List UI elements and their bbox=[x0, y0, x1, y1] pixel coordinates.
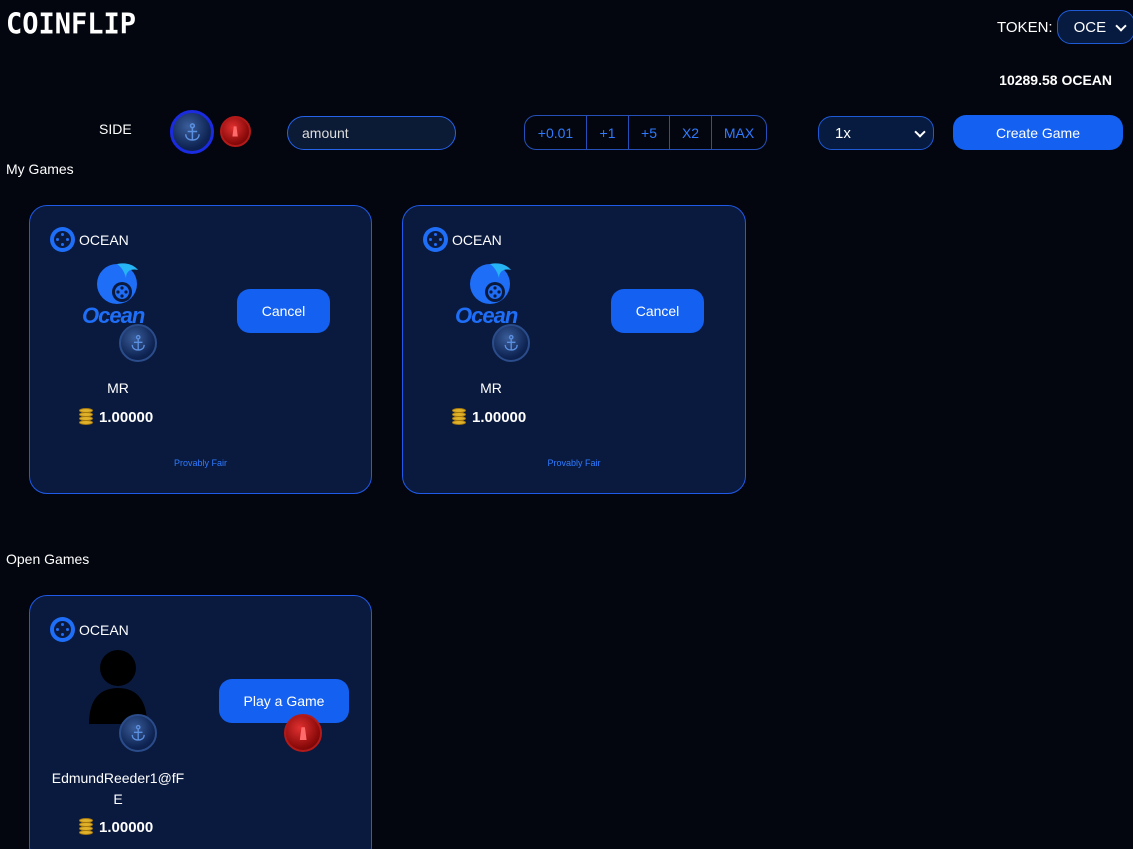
double-button[interactable]: X2 bbox=[670, 116, 712, 149]
chevron-down-icon bbox=[915, 128, 925, 138]
wallet-balance: 10289.58 OCEAN bbox=[999, 72, 1112, 88]
card-token: OCEAN bbox=[50, 617, 129, 642]
opponent-side-coin-icon bbox=[284, 714, 322, 752]
chevron-down-icon bbox=[1116, 22, 1126, 32]
player-name-line1: EdmundReeder1@fF bbox=[51, 770, 185, 786]
coins-icon bbox=[452, 408, 466, 426]
ocean-token-icon bbox=[50, 227, 75, 252]
provably-fair-link[interactable]: Provably Fair bbox=[30, 458, 371, 468]
card-token-name: OCEAN bbox=[79, 621, 129, 638]
create-game-button[interactable]: Create Game bbox=[953, 115, 1123, 150]
increment-button[interactable]: +5 bbox=[629, 116, 670, 149]
provably-fair-link[interactable]: Provably Fair bbox=[403, 458, 745, 468]
bet-amount: 1.00000 bbox=[79, 818, 153, 836]
ocean-side-coin-icon bbox=[119, 324, 157, 362]
card-token-name: OCEAN bbox=[79, 231, 129, 248]
token-select-value: OCE bbox=[1073, 18, 1107, 36]
token-selector-group: TOKEN: OCE bbox=[997, 10, 1133, 44]
player-name: MR bbox=[107, 380, 129, 396]
bet-amount-value: 1.00000 bbox=[99, 818, 154, 836]
side-label: SIDE bbox=[99, 121, 132, 137]
card-token: OCEAN bbox=[50, 227, 129, 252]
increment-button[interactable]: +0.01 bbox=[525, 116, 587, 149]
lighthouse-icon bbox=[232, 126, 239, 137]
app-logo: COINFLIP bbox=[6, 8, 137, 41]
ocean-side-coin-icon bbox=[492, 324, 530, 362]
lighthouse-icon bbox=[299, 727, 307, 740]
my-games-title: My Games bbox=[6, 161, 74, 177]
bet-amount-value: 1.00000 bbox=[472, 408, 527, 426]
increment-button[interactable]: +1 bbox=[587, 116, 629, 149]
token-select[interactable]: OCE bbox=[1056, 10, 1133, 44]
player-name: MR bbox=[480, 380, 502, 396]
open-game-card: OCEAN EdmundReeder1@fF E 1.00000 Play a … bbox=[29, 595, 372, 849]
side-red-coin-button[interactable] bbox=[220, 116, 251, 147]
ocean-side-coin-icon bbox=[119, 714, 157, 752]
side-ocean-coin-button[interactable] bbox=[170, 110, 214, 154]
ocean-token-icon bbox=[423, 227, 448, 252]
card-token-name: OCEAN bbox=[452, 231, 502, 248]
cancel-button[interactable]: Cancel bbox=[611, 289, 704, 333]
multiplier-select[interactable]: 1x bbox=[818, 116, 934, 150]
open-games-title: Open Games bbox=[6, 551, 90, 567]
max-button[interactable]: MAX bbox=[712, 116, 766, 149]
bet-amount: 1.00000 bbox=[452, 408, 526, 426]
card-token: OCEAN bbox=[423, 227, 502, 252]
my-game-card: OCEAN Ocean MR 1.00000 Cancel Provably F… bbox=[29, 205, 372, 494]
bet-amount-value: 1.00000 bbox=[99, 408, 154, 426]
play-game-button[interactable]: Play a Game bbox=[219, 679, 349, 723]
my-game-card: OCEAN Ocean MR 1.00000 Cancel Provably F… bbox=[402, 205, 746, 494]
amount-input[interactable]: amount bbox=[287, 116, 456, 150]
coins-icon bbox=[79, 818, 93, 836]
coins-icon bbox=[79, 408, 93, 426]
anchor-icon bbox=[184, 122, 200, 141]
amount-increment-group: +0.01 +1 +5 X2 MAX bbox=[524, 115, 767, 150]
anchor-icon bbox=[504, 334, 518, 351]
bet-amount: 1.00000 bbox=[79, 408, 153, 426]
multiplier-value: 1x bbox=[835, 124, 851, 142]
user-avatar-icon bbox=[89, 650, 147, 724]
token-label: TOKEN: bbox=[997, 18, 1053, 36]
cancel-button[interactable]: Cancel bbox=[237, 289, 330, 333]
anchor-icon bbox=[131, 724, 145, 741]
player-name-line2: E bbox=[113, 791, 123, 807]
ocean-token-icon bbox=[50, 617, 75, 642]
anchor-icon bbox=[131, 334, 145, 351]
